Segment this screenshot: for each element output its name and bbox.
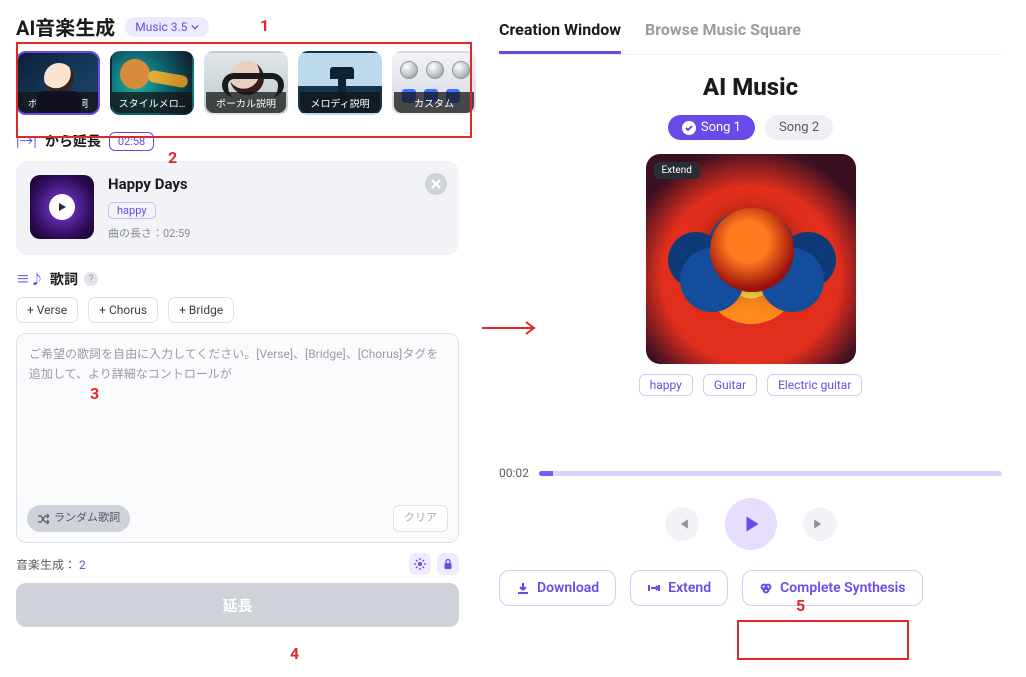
extend-icon: |→| [16,131,37,151]
player-controls [499,498,1002,550]
settings-button[interactable] [409,553,431,575]
check-icon [682,121,696,135]
add-bridge-button[interactable]: + Bridge [168,297,234,323]
album-art[interactable]: Extend [646,154,856,364]
generate-info-row: 音楽生成： 2 [16,553,459,575]
random-lyrics-button[interactable]: ランダム歌詞 [27,505,130,532]
extend-row: |→| から延長 02:58 [16,131,459,151]
lock-icon [442,558,454,570]
tab-creation-window[interactable]: Creation Window [499,12,621,54]
output-title: AI Music [499,73,1002,101]
song-switcher: Song 1 Song 2 [499,115,1002,140]
header: AI音楽生成 Music 3.5 [16,12,459,41]
add-verse-button[interactable]: + Verse [16,297,78,323]
extend-submit-button[interactable]: 延長 [16,583,459,627]
mode-style-melody[interactable]: スタイルメロ… [110,51,194,115]
tag-electric-guitar: Electric guitar [767,374,862,396]
help-icon[interactable]: ? [84,272,98,286]
synthesis-icon [759,581,773,595]
progress-track[interactable] [539,471,1002,476]
action-row: Download Extend Complete Synthesis [499,570,1002,606]
mode-vocal-lyrics[interactable]: ボーカル歌詞 [16,51,100,115]
extend-badge: Extend [654,162,700,179]
tag-happy: happy [639,374,693,396]
remove-source-button[interactable] [425,173,447,195]
extend-action-button[interactable]: Extend [630,570,728,606]
extend-time[interactable]: 02:58 [109,132,154,151]
complete-synthesis-button[interactable]: Complete Synthesis [742,570,922,606]
next-icon [813,517,827,531]
next-button[interactable] [803,507,837,541]
shuffle-icon [37,513,49,525]
lyrics-input[interactable]: ご希望の歌詞を自由に入力してください。[Verse]、[Bridge]、[Cho… [16,333,459,543]
prev-icon [675,517,689,531]
lyrics-header: ≡♪ 歌詞 ? [16,269,459,289]
mode-custom[interactable]: カスタム [392,51,476,115]
lyrics-icon: ≡♪ [16,269,44,289]
prev-button[interactable] [665,507,699,541]
mode-row: ボーカル歌詞 スタイルメロ… ボーカル説明 メロディ説明 カスタム [16,51,459,115]
source-track-card: Happy Days happy 曲の長さ：02:59 [16,161,459,255]
chevron-down-icon [191,23,199,31]
mode-vocal-desc[interactable]: ボーカル説明 [204,51,288,115]
download-icon [516,581,530,595]
gen-count: 2 [79,558,86,572]
song-2-pill[interactable]: Song 2 [765,115,833,140]
download-button[interactable]: Download [499,570,616,606]
source-track-art[interactable] [30,175,94,239]
page-title: AI音楽生成 [16,12,115,41]
play-icon[interactable] [49,194,75,220]
play-icon [742,515,760,533]
mode-melody-desc[interactable]: メロディ説明 [298,51,382,115]
lyrics-title: 歌詞 [50,269,78,289]
lock-button[interactable] [437,553,459,575]
source-track-length: 曲の長さ：02:59 [108,225,445,241]
lyrics-placeholder: ご希望の歌詞を自由に入力してください。[Verse]、[Bridge]、[Cho… [29,347,438,381]
right-panel: Creation Window Browse Music Square AI M… [475,0,1026,677]
song-1-pill[interactable]: Song 1 [668,115,755,140]
extend-icon [647,581,661,595]
play-button[interactable] [725,498,777,550]
gear-icon [414,558,426,570]
source-track-title: Happy Days [108,175,445,193]
model-select[interactable]: Music 3.5 [125,17,209,37]
lyric-tag-chips: + Verse + Chorus + Bridge [16,297,459,323]
extend-label: から延長 [45,131,101,151]
left-panel: AI音楽生成 Music 3.5 ボーカル歌詞 スタイルメロ… ボーカル説明 メ… [0,0,475,677]
play-time: 00:02 [499,466,529,480]
source-track-tag: happy [108,202,156,219]
tab-browse-square[interactable]: Browse Music Square [645,12,801,54]
tabs: Creation Window Browse Music Square [499,12,1002,55]
progress-row: 00:02 [499,466,1002,480]
add-chorus-button[interactable]: + Chorus [88,297,158,323]
tag-guitar: Guitar [703,374,757,396]
clear-lyrics-button[interactable]: クリア [393,505,448,532]
output-tags: happy Guitar Electric guitar [499,374,1002,396]
